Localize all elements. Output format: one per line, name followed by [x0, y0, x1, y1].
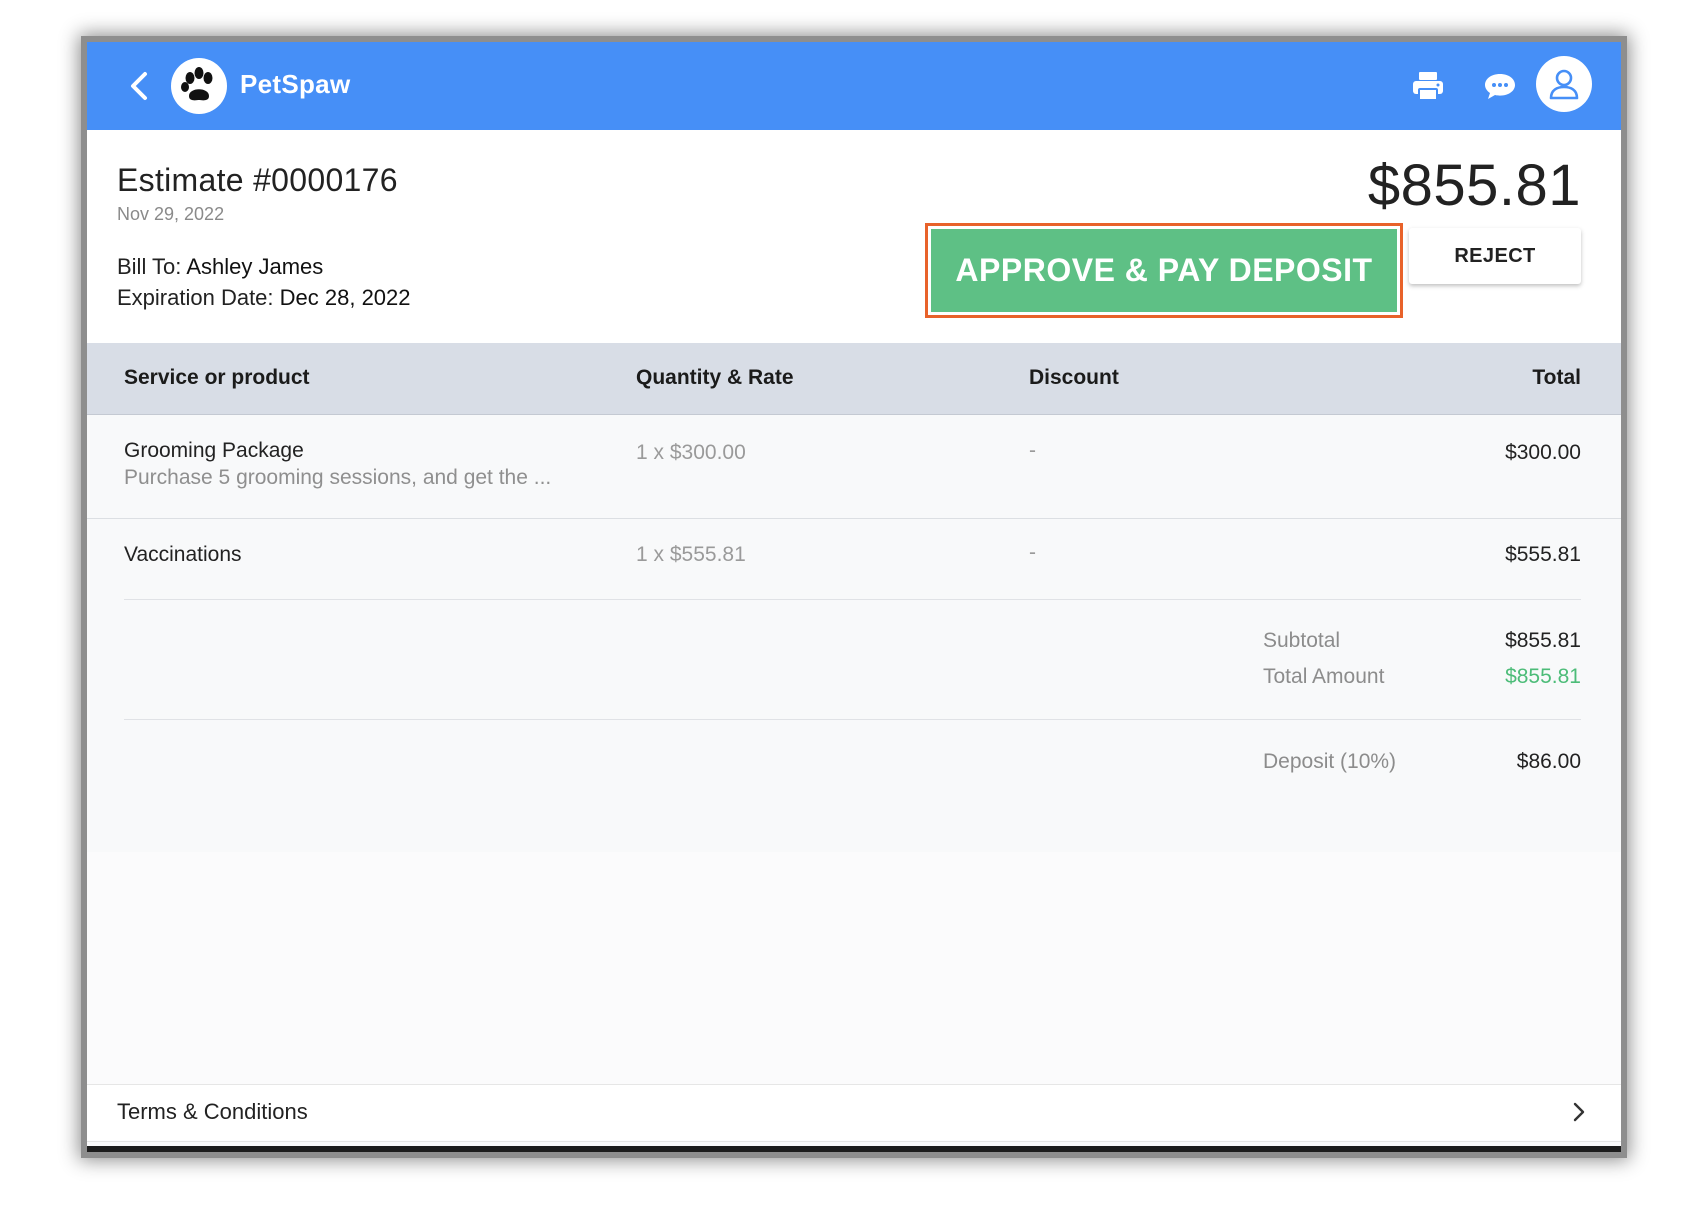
table-header: Service or product Quantity & Rate Disco… [87, 343, 1621, 415]
terms-label: Terms & Conditions [117, 1099, 308, 1124]
estimate-date: Nov 29, 2022 [117, 204, 225, 224]
table-row[interactable]: Vaccinations 1 x $555.81 - $555.81 [87, 519, 1621, 599]
estimate-title: Estimate #0000176 [117, 162, 398, 198]
item-description: Purchase 5 grooming sessions, and get th… [124, 466, 552, 489]
chevron-right-icon [1567, 1100, 1591, 1124]
reject-button[interactable]: REJECT [1409, 228, 1581, 284]
brand-name: PetSpaw [240, 69, 351, 99]
header-discount: Discount [1029, 366, 1119, 389]
item-total: $300.00 [1505, 441, 1581, 464]
expiration-label: Expiration Date: [117, 285, 280, 310]
user-icon[interactable] [1536, 56, 1592, 112]
item-qty-rate: 1 x $300.00 [636, 441, 746, 464]
expiration-date: Expiration Date: Dec 28, 2022 [117, 285, 411, 311]
total-amount-value: $855.81 [1505, 665, 1581, 688]
header-service: Service or product [124, 366, 310, 389]
subtotal-label: Subtotal [1263, 629, 1341, 652]
subtotal-value: $855.81 [1505, 629, 1581, 652]
back-chevron-icon[interactable] [119, 66, 159, 106]
total-amount-label: Total Amount [1263, 665, 1385, 688]
deposit-value: $86.00 [1516, 750, 1581, 773]
bill-to: Bill To: Ashley James [117, 254, 323, 280]
item-name: Vaccinations [124, 543, 242, 566]
deposit-label: Deposit (10%) [1263, 750, 1397, 773]
item-name: Grooming Package [124, 439, 304, 462]
terms-conditions-row[interactable]: Terms & Conditions [87, 1084, 1621, 1142]
estimate-total: $855.81 [1367, 153, 1581, 218]
item-discount: - [1029, 541, 1036, 564]
header-total: Total [1532, 366, 1581, 389]
divider [124, 599, 1581, 600]
bill-to-name: Ashley James [186, 254, 324, 279]
totals-summary: Subtotal $855.81 Total Amount $855.81 De… [87, 599, 1621, 852]
expiration-value: Dec 28, 2022 [279, 285, 411, 310]
table-row[interactable]: Grooming Package Purchase 5 grooming ses… [87, 415, 1621, 519]
approve-pay-deposit-button[interactable]: APPROVE & PAY DEPOSIT [931, 229, 1397, 312]
printer-icon[interactable] [1406, 64, 1450, 108]
header-quantity-rate: Quantity & Rate [636, 366, 794, 389]
divider [124, 719, 1581, 720]
item-total: $555.81 [1505, 543, 1581, 566]
item-discount: - [1029, 439, 1036, 462]
item-qty-rate: 1 x $555.81 [636, 543, 746, 566]
chat-icon[interactable] [1478, 64, 1522, 108]
bill-to-label: Bill To: [117, 254, 187, 279]
paw-logo-icon [171, 58, 227, 114]
bottom-edge [87, 1146, 1621, 1152]
top-bar: PetSpaw [87, 42, 1621, 130]
app-window: PetSpaw Estimate #0000176 Nov 29, 2022 B… [87, 42, 1621, 1152]
